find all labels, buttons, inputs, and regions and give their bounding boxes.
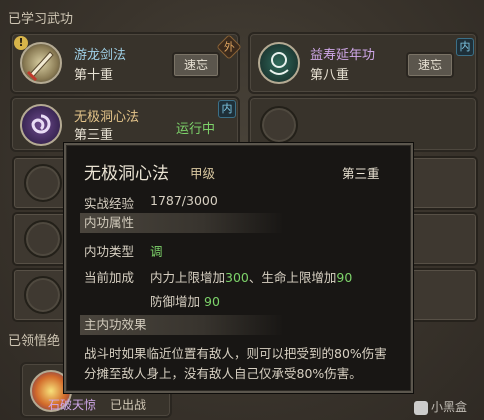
running-status: 运行中 (176, 122, 216, 137)
watermark: 小黑盒 (414, 398, 467, 415)
empty-slot-icon (24, 276, 62, 314)
inner-skill-badge: 内 (218, 100, 236, 118)
type-value: 调 (150, 244, 163, 259)
tooltip-grade: 甲级 (190, 166, 216, 181)
swirl-icon (20, 104, 62, 146)
skill-card-yishou[interactable]: 益寿延年功 第八重 速忘 内 (248, 32, 478, 94)
empty-slot-icon (260, 106, 298, 144)
exp-label: 实战经验 (84, 196, 135, 211)
skill-level: 第三重 (74, 128, 114, 143)
tooltip-title: 无极洞心法 (84, 164, 169, 184)
exp-value: 1787/3000 (150, 193, 218, 208)
effect-line-2: 分摊至敌人身上，没有敌人自己仅承受80%伤害。 (84, 366, 362, 381)
warning-icon: ! (14, 36, 28, 50)
skill-level: 第十重 (74, 68, 114, 83)
outer-skill-badge: 外 (216, 34, 242, 60)
tooltip-level: 第三重 (342, 166, 380, 181)
forget-button[interactable]: 速忘 (406, 52, 454, 78)
skill-name: 游龙剑法 (74, 48, 127, 63)
empty-slot-icon (24, 220, 62, 258)
attr-header: 内功属性 (80, 213, 284, 233)
section-learned-title: 已学习武功 (8, 12, 74, 27)
empty-skill-slot[interactable] (404, 156, 478, 210)
effect-line-1: 战斗时如果临近位置有敌人，则可以把受到的80%伤害 (84, 346, 387, 361)
ultimate-name: 石破天惊 (48, 398, 97, 412)
empty-slot-icon (24, 164, 62, 202)
bonus-line-2: 防御增加 90 (150, 294, 220, 309)
type-label: 内功类型 (84, 244, 135, 259)
empty-skill-slot[interactable] (404, 268, 478, 322)
bonus-line-1: 内力上限增加300、生命上限增加90 (150, 270, 353, 285)
empty-skill-slot[interactable] (12, 268, 72, 322)
inner-skill-badge: 内 (456, 38, 474, 56)
watermark-logo-icon (414, 400, 428, 415)
skill-tooltip: 无极洞心法 甲级 第三重 实战经验 1787/3000 内功属性 内功类型 调 … (64, 143, 413, 393)
skill-card-youlong[interactable]: ! 游龙剑法 第十重 速忘 外 (10, 32, 242, 94)
empty-skill-slot[interactable] (404, 212, 478, 266)
skill-name: 益寿延年功 (310, 48, 376, 63)
skill-level: 第八重 (310, 68, 350, 83)
skill-name: 无极洞心法 (74, 110, 140, 125)
bonus-label: 当前加成 (84, 270, 135, 285)
section-comprehended-title: 已领悟绝 (8, 334, 61, 349)
ultimate-status: 已出战 (110, 398, 147, 412)
effect-header: 主内功效果 (80, 315, 284, 335)
forget-button[interactable]: 速忘 (172, 52, 220, 78)
empty-skill-slot[interactable] (12, 212, 72, 266)
lotus-icon (258, 42, 300, 84)
empty-skill-slot[interactable] (12, 156, 72, 210)
sword-icon (20, 42, 62, 84)
